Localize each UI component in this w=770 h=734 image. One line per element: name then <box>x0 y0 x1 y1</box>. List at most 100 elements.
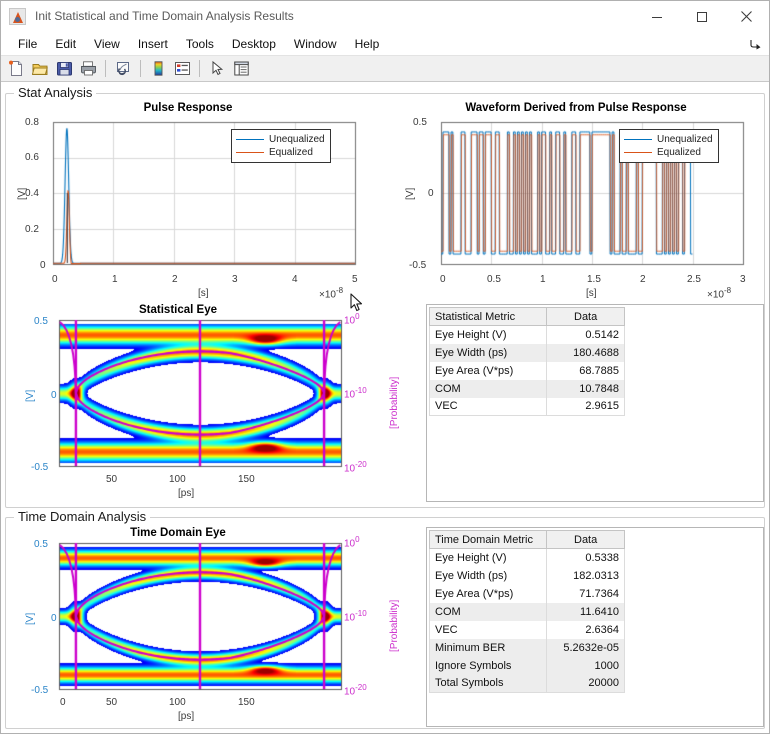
menu-view[interactable]: View <box>85 34 129 54</box>
legend-row-equalized: Equalized <box>624 146 713 159</box>
plot-browser-icon[interactable] <box>230 58 252 80</box>
pulse-xtick-2: 2 <box>172 274 178 285</box>
stat-cell-metric: COM <box>430 380 547 398</box>
table-row[interactable]: Eye Area (V*ps) 68.7885 <box>430 362 625 380</box>
timeeye-ytick-m0p5: -0.5 <box>31 685 48 696</box>
toolbar-separator <box>199 60 200 77</box>
menu-desktop[interactable]: Desktop <box>223 34 285 54</box>
stateye-xlabel: [ps] <box>178 488 194 499</box>
pulse-response-chart[interactable]: Pulse Response 0.8 0.6 0.4 0.2 0 0 1 2 3… <box>13 102 363 302</box>
maximize-button[interactable] <box>679 1 724 32</box>
stateye-xtick-100: 100 <box>169 474 186 485</box>
close-button[interactable] <box>724 1 769 32</box>
legend-row-unequalized: Unequalized <box>624 133 713 146</box>
pulse-xtick-4: 4 <box>292 274 298 285</box>
timeeye-ytick-0: 0 <box>51 613 57 624</box>
dock-arrow-icon[interactable] <box>750 37 762 49</box>
window-controls <box>634 1 769 32</box>
link-plot-icon[interactable] <box>112 58 134 80</box>
menu-insert[interactable]: Insert <box>129 34 177 54</box>
table-row[interactable]: Minimum BER 5.2632e-05 <box>430 639 625 657</box>
legend-line-unequalized <box>624 139 652 140</box>
pulse-legend[interactable]: Unequalized Equalized <box>231 129 331 163</box>
pulse-xtick-1: 1 <box>112 274 118 285</box>
time-domain-metric-table[interactable]: Time Domain Metric Data Eye Height (V) 0… <box>429 530 625 693</box>
stat-cell-metric: Eye Width (ps) <box>430 344 547 362</box>
time-header-metric: Time Domain Metric <box>430 531 547 549</box>
timeeye-xtick-50: 50 <box>106 697 117 708</box>
pulse-ytick-0p2: 0.2 <box>25 224 39 235</box>
table-row[interactable]: Eye Width (ps) 182.0313 <box>430 567 625 585</box>
figure-content: Stat Analysis Pulse Response 0.8 0.6 0.4… <box>1 84 769 733</box>
wave-xtick-1p5: 1.5 <box>587 274 601 285</box>
open-file-icon[interactable] <box>29 58 51 80</box>
table-row[interactable]: Total Symbols 20000 <box>430 675 625 693</box>
table-row[interactable]: Eye Height (V) 0.5338 <box>430 549 625 567</box>
table-row[interactable]: Eye Height (V) 0.5142 <box>430 326 625 344</box>
timeeye-xtick-100: 100 <box>169 697 186 708</box>
title-bar: Init Statistical and Time Domain Analysi… <box>1 1 769 32</box>
timeeye-ylabel: [V] <box>25 613 36 625</box>
pulse-ytick-0: 0 <box>40 260 46 271</box>
table-row[interactable]: Ignore Symbols 1000 <box>430 657 625 675</box>
menu-help[interactable]: Help <box>346 34 389 54</box>
table-row[interactable]: VEC 2.6364 <box>430 621 625 639</box>
menu-window[interactable]: Window <box>285 34 346 54</box>
wave-xtick-2p5: 2.5 <box>687 274 701 285</box>
new-figure-icon[interactable] <box>5 58 27 80</box>
statistical-eye-chart[interactable]: Statistical Eye 0.5 0 -0.5 50 100 150 [V… <box>13 304 413 499</box>
time-cell-metric: Total Symbols <box>430 675 547 693</box>
time-domain-analysis-title: Time Domain Analysis <box>14 509 150 524</box>
minimize-button[interactable] <box>634 1 679 32</box>
stat-metric-table[interactable]: Statistical Metric Data Eye Height (V) 0… <box>429 307 625 416</box>
timeeye-prob-tick-1: 100 <box>344 535 360 549</box>
menu-edit[interactable]: Edit <box>46 34 85 54</box>
legend-icon[interactable] <box>171 58 193 80</box>
stateye-ytick-0p5: 0.5 <box>34 316 48 327</box>
legend-label-unequalized: Unequalized <box>269 134 325 145</box>
pulse-xtick-0: 0 <box>52 274 58 285</box>
legend-label-unequalized: Unequalized <box>657 134 713 145</box>
wave-x-exponent: ×10-8 <box>707 286 731 300</box>
legend-line-equalized <box>624 152 652 153</box>
stat-cell-data: 68.7885 <box>547 362 625 380</box>
time-cell-metric: Eye Width (ps) <box>430 567 547 585</box>
colorbar-icon[interactable] <box>147 58 169 80</box>
table-row[interactable]: COM 11.6410 <box>430 603 625 621</box>
legend-line-unequalized <box>236 139 264 140</box>
window-title: Init Statistical and Time Domain Analysi… <box>35 9 294 23</box>
stat-header-data: Data <box>547 308 625 326</box>
time-cell-data: 20000 <box>547 675 625 693</box>
wave-xtick-1: 1 <box>540 274 546 285</box>
print-figure-icon[interactable] <box>77 58 99 80</box>
stat-cell-data: 10.7848 <box>547 380 625 398</box>
time-cell-data: 5.2632e-05 <box>547 639 625 657</box>
legend-line-equalized <box>236 152 264 153</box>
toolbar-separator <box>140 60 141 77</box>
time-cell-metric: Eye Height (V) <box>430 549 547 567</box>
time-domain-eye-chart[interactable]: Time Domain Eye 0.5 0 -0.5 0 50 100 150 … <box>13 527 413 722</box>
figure-window: Init Statistical and Time Domain Analysi… <box>0 0 770 734</box>
table-row[interactable]: VEC 2.9615 <box>430 398 625 416</box>
waveform-derived-chart[interactable]: Waveform Derived from Pulse Response 0.5… <box>401 102 751 302</box>
timeeye-xtick-150: 150 <box>238 697 255 708</box>
stateye-ylabel: [V] <box>25 390 36 402</box>
time-cell-metric: Minimum BER <box>430 639 547 657</box>
pulse-xtick-3: 3 <box>232 274 238 285</box>
wave-ytick-0: 0 <box>428 188 434 199</box>
pointer-icon[interactable] <box>206 58 228 80</box>
table-row[interactable]: Eye Width (ps) 180.4688 <box>430 344 625 362</box>
stateye-prob-tick-3: 10-20 <box>344 460 367 474</box>
table-row[interactable]: COM 10.7848 <box>430 380 625 398</box>
pulse-ytick-0p6: 0.6 <box>25 152 39 163</box>
menu-tools[interactable]: Tools <box>177 34 223 54</box>
pulse-ytick-0p8: 0.8 <box>25 117 39 128</box>
stateye-ytick-m0p5: -0.5 <box>31 462 48 473</box>
wave-ytick-m0p5: -0.5 <box>409 260 426 271</box>
menu-file[interactable]: File <box>9 34 46 54</box>
stateye-xtick-50: 50 <box>106 474 117 485</box>
waveform-legend[interactable]: Unequalized Equalized <box>619 129 719 163</box>
toolbar <box>1 56 769 82</box>
table-row[interactable]: Eye Area (V*ps) 71.7364 <box>430 585 625 603</box>
save-figure-icon[interactable] <box>53 58 75 80</box>
